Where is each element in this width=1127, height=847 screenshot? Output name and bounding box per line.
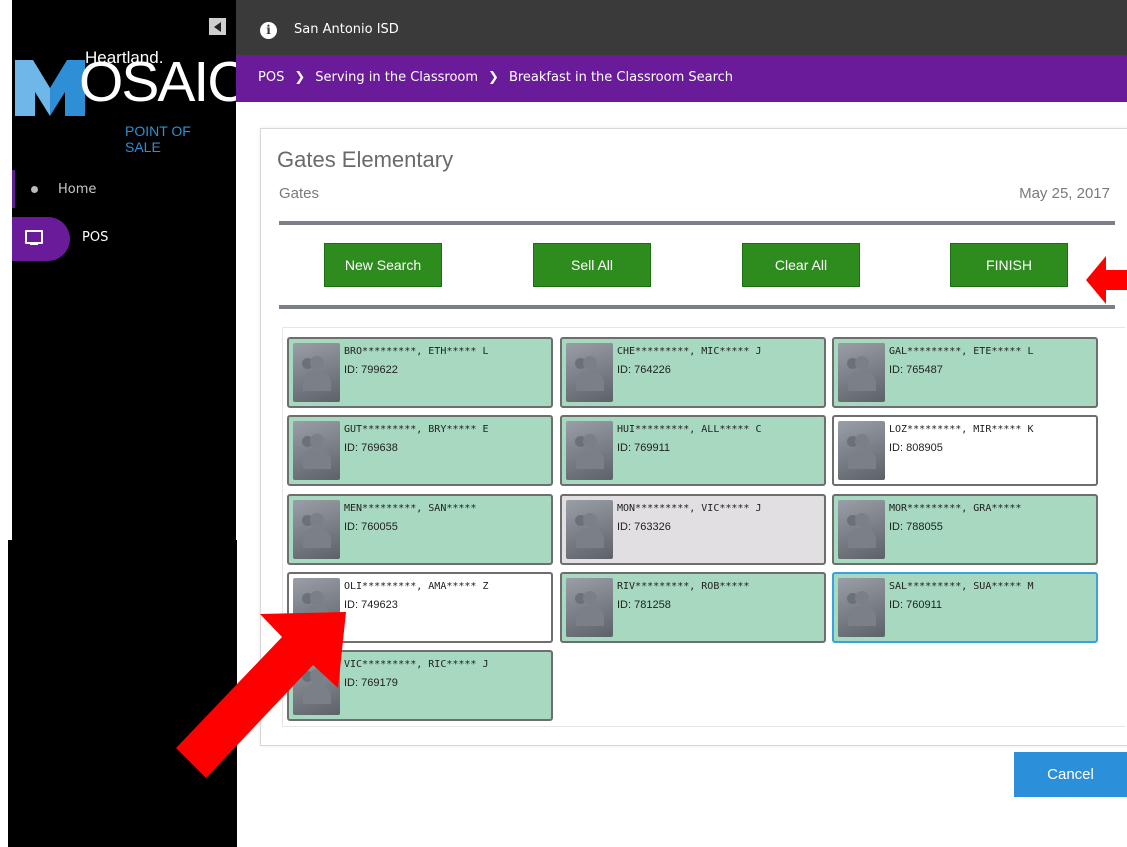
new-search-button[interactable]: New Search bbox=[324, 243, 442, 287]
monitor-icon bbox=[25, 230, 43, 245]
sell-all-button[interactable]: Sell All bbox=[533, 243, 651, 287]
person-icon bbox=[566, 500, 613, 559]
student-card[interactable]: MOR*********, GRA***** ID: 788055 bbox=[832, 494, 1098, 565]
person-icon bbox=[838, 578, 885, 637]
clear-all-button[interactable]: Clear All bbox=[742, 243, 860, 287]
sidebar-item-pos[interactable]: POS bbox=[12, 217, 236, 261]
site-name: Gates bbox=[279, 185, 320, 202]
logo-tagline: POINT OF SALE bbox=[125, 123, 191, 155]
breadcrumb-current: Breakfast in the Classroom Search bbox=[508, 70, 734, 85]
student-grid: BRO*********, ETH***** L ID: 799622 CHE***… bbox=[282, 327, 1125, 727]
info-icon[interactable]: i bbox=[260, 22, 277, 39]
student-card[interactable]: CHE*********, MIC***** J ID: 764226 bbox=[560, 337, 826, 408]
student-name: VIC*********, RIC***** J bbox=[344, 659, 489, 670]
logo-m-mark: M bbox=[15, 60, 85, 116]
student-card[interactable]: RIV*********, ROB***** ID: 781258 bbox=[560, 572, 826, 643]
student-name: OLI*********, AMA***** Z bbox=[344, 581, 489, 592]
sidebar-item-label: Home bbox=[58, 181, 97, 197]
student-card[interactable]: GAL*********, ETE***** L ID: 765487 bbox=[832, 337, 1098, 408]
student-name: SAL*********, SUA***** M bbox=[889, 581, 1034, 592]
student-id: ID: 781258 bbox=[617, 599, 671, 611]
service-date: May 25, 2017 bbox=[1019, 185, 1110, 202]
student-id: ID: 765487 bbox=[889, 364, 943, 376]
district-title: San Antonio ISD bbox=[294, 22, 399, 37]
person-icon bbox=[838, 500, 885, 559]
student-name: MOR*********, GRA***** bbox=[889, 503, 1022, 514]
breadcrumb: POS ❯ Serving in the Classroom ❯ Breakfa… bbox=[236, 55, 1127, 102]
student-id: ID: 769638 bbox=[344, 442, 398, 454]
student-id: ID: 749623 bbox=[344, 599, 398, 611]
main-panel: Gates Elementary Gates May 25, 2017 New … bbox=[260, 128, 1127, 746]
student-name: BRO*********, ETH***** L bbox=[344, 346, 489, 357]
student-name: LOZ*********, MIR***** K bbox=[889, 424, 1034, 435]
person-icon bbox=[293, 500, 340, 559]
chevron-right-icon: ❯ bbox=[488, 70, 499, 85]
student-id: ID: 760055 bbox=[344, 521, 398, 533]
student-card[interactable]: GUT*********, BRY***** E ID: 769638 bbox=[287, 415, 553, 486]
chevron-right-icon: ❯ bbox=[294, 70, 306, 85]
breadcrumb-serving[interactable]: Serving in the Classroom bbox=[315, 70, 478, 85]
divider bbox=[279, 305, 1115, 309]
page-title: Gates Elementary bbox=[277, 147, 454, 172]
person-icon bbox=[566, 421, 613, 480]
annotation-arrow-finish bbox=[1086, 256, 1127, 304]
person-icon bbox=[838, 421, 885, 480]
student-card[interactable]: BRO*********, ETH***** L ID: 799622 bbox=[287, 337, 553, 408]
student-name: GUT*********, BRY***** E bbox=[344, 424, 489, 435]
annotation-arrow-student bbox=[176, 612, 346, 778]
student-name: MEN*********, SAN***** bbox=[344, 503, 477, 514]
logo-initial: M bbox=[50, 114, 51, 116]
logo-product-name: OSAIC bbox=[79, 50, 248, 114]
person-icon bbox=[566, 578, 613, 637]
student-name: GAL*********, ETE***** L bbox=[889, 346, 1034, 357]
cancel-button[interactable]: Cancel bbox=[1014, 752, 1127, 797]
student-id: ID: 788055 bbox=[889, 521, 943, 533]
circle-icon bbox=[31, 185, 38, 193]
student-id: ID: 760911 bbox=[889, 599, 943, 611]
collapse-sidebar-button[interactable] bbox=[209, 18, 226, 35]
chevron-left-icon bbox=[214, 21, 221, 32]
breadcrumb-pos[interactable]: POS bbox=[258, 70, 284, 85]
divider bbox=[279, 221, 1115, 225]
student-id: ID: 763326 bbox=[617, 521, 671, 533]
student-id: ID: 808905 bbox=[889, 442, 943, 454]
person-icon bbox=[293, 421, 340, 480]
person-icon bbox=[293, 343, 340, 402]
sidebar-item-label: POS bbox=[82, 230, 109, 245]
top-bar: i San Antonio ISD bbox=[236, 0, 1127, 55]
person-icon bbox=[838, 343, 885, 402]
student-name: HUI*********, ALL***** C bbox=[617, 424, 762, 435]
student-card[interactable]: LOZ*********, MIR***** K ID: 808905 bbox=[832, 415, 1098, 486]
student-name: CHE*********, MIC***** J bbox=[617, 346, 762, 357]
student-name: RIV*********, ROB***** bbox=[617, 581, 750, 592]
student-id: ID: 769179 bbox=[344, 677, 398, 689]
finish-button[interactable]: FINISH bbox=[950, 243, 1068, 287]
student-card[interactable]: HUI*********, ALL***** C ID: 769911 bbox=[560, 415, 826, 486]
nav-indicator bbox=[12, 170, 15, 208]
student-card[interactable]: SAL*********, SUA***** M ID: 760911 bbox=[832, 572, 1098, 643]
student-name: MON*********, VIC***** J bbox=[617, 503, 762, 514]
student-id: ID: 799622 bbox=[344, 364, 398, 376]
student-id: ID: 764226 bbox=[617, 364, 671, 376]
student-card[interactable]: MEN*********, SAN***** ID: 760055 bbox=[287, 494, 553, 565]
student-id: ID: 769911 bbox=[617, 442, 671, 454]
logo: Heartland. M OSAIC POINT OF SALE bbox=[15, 46, 248, 155]
sidebar-item-home[interactable]: Home bbox=[12, 170, 236, 208]
person-icon bbox=[566, 343, 613, 402]
student-card[interactable]: MON*********, VIC***** J ID: 763326 bbox=[560, 494, 826, 565]
